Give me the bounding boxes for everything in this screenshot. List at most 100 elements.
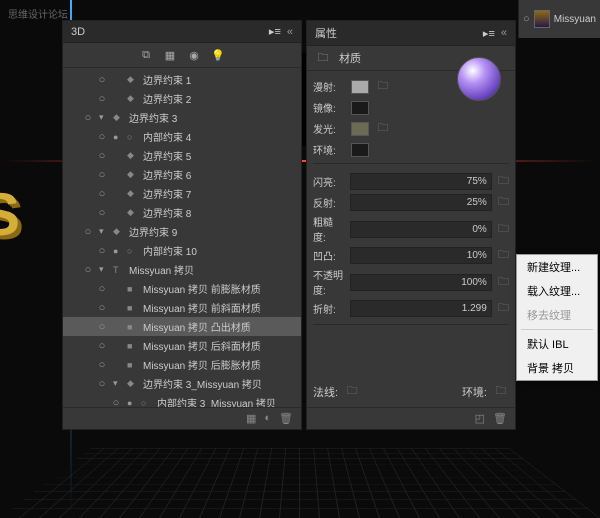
visibility-icon[interactable]: ○ [81, 112, 95, 124]
tree-row[interactable]: ○■Missyuan 拷贝 后斜面材质 [63, 336, 301, 355]
text-3d-object[interactable]: S [0, 180, 60, 300]
tree-row[interactable]: ○◆边界约束 7 [63, 184, 301, 203]
render-settings-icon[interactable]: ▦ [246, 412, 256, 425]
expand-icon[interactable]: ▾ [99, 112, 109, 123]
tree-row[interactable]: ○◆边界约束 5 [63, 146, 301, 165]
tree-row[interactable]: ○■Missyuan 拷贝 后膨胀材质 [63, 355, 301, 374]
context-menu[interactable]: 新建纹理...载入纹理...移去纹理默认 IBL背景 拷贝 [516, 254, 598, 381]
visibility-icon[interactable]: ○ [109, 397, 123, 408]
tree-row[interactable]: ○◆边界约束 2 [63, 89, 301, 108]
prop-value-input[interactable] [350, 274, 492, 291]
context-menu-item[interactable]: 背景 拷贝 [517, 356, 597, 380]
prop-value-input[interactable] [350, 194, 492, 211]
material-tab-icon[interactable]: 🗀 [315, 50, 331, 66]
visibility-icon[interactable]: ○ [95, 340, 109, 352]
prop-texture-icon[interactable]: 🗀 [498, 220, 509, 239]
panel-3d-toolbar: ⧉ ▦ ◉ 💡 [63, 43, 301, 68]
tree-item-type-icon: ◆ [127, 207, 139, 218]
glow-texture-icon[interactable]: 🗀 [375, 119, 391, 138]
diffuse-swatch[interactable] [351, 80, 369, 94]
glow-swatch[interactable] [351, 122, 369, 136]
expand-icon[interactable]: ▾ [113, 378, 123, 389]
filter-mesh-icon[interactable]: ▦ [162, 47, 178, 63]
tree-item-type-icon: ■ [127, 322, 139, 332]
visibility-icon[interactable]: ○ [95, 207, 109, 219]
layers-panel-snippet[interactable]: ○ Missyuan [518, 0, 600, 38]
normal-texture-icon[interactable]: 🗀 [344, 382, 360, 401]
prop-value-input[interactable] [350, 247, 492, 264]
visibility-icon[interactable]: ○ [95, 321, 109, 333]
tree-row[interactable]: ○▾◆边界约束 9 [63, 222, 301, 241]
delete-icon[interactable]: 🗑 [279, 412, 293, 425]
ambient-swatch[interactable] [351, 143, 369, 157]
filter-light-icon[interactable]: 💡 [210, 47, 226, 63]
context-menu-item[interactable]: 默认 IBL [517, 332, 597, 356]
panel-menu-icon[interactable]: ▸≡ [483, 27, 495, 40]
panel-3d-header[interactable]: 3D ▸≡ « [63, 21, 301, 43]
visibility-icon[interactable]: ○ [95, 188, 109, 200]
panel-collapse-icon[interactable]: « [501, 27, 507, 39]
tree-row[interactable]: ○◆边界约束 6 [63, 165, 301, 184]
layer-thumbnail[interactable] [534, 10, 550, 28]
prop-value-input[interactable] [350, 300, 492, 317]
panel-menu-icon[interactable]: ▸≡ [269, 25, 281, 38]
filter-material-icon[interactable]: ◉ [186, 47, 202, 63]
visibility-icon[interactable]: ○ [95, 169, 109, 181]
glow-row: 发光: 🗀 [313, 119, 509, 138]
scene-tree[interactable]: ○◆边界约束 1○◆边界约束 2○▾◆边界约束 3○●○内部约束 4○◆边界约束… [63, 68, 301, 407]
layer-name[interactable]: Missyuan [554, 14, 596, 25]
filter-scene-icon[interactable]: ⧉ [138, 47, 154, 63]
visibility-icon[interactable]: ○ [523, 13, 530, 25]
prop-texture-icon[interactable]: 🗀 [498, 299, 509, 318]
expand-icon[interactable]: ● [113, 246, 123, 256]
prop-texture-icon[interactable]: 🗀 [498, 193, 509, 212]
tree-row[interactable]: ○●○内部约束 10 [63, 241, 301, 260]
panel-props-header[interactable]: 属性 ▸≡ « [307, 21, 515, 46]
visibility-icon[interactable]: ○ [81, 264, 95, 276]
prop-value-input[interactable] [350, 173, 492, 190]
tree-item-type-icon: ■ [127, 284, 139, 294]
context-menu-item[interactable]: 载入纹理... [517, 279, 597, 303]
visibility-icon[interactable]: ○ [95, 131, 109, 143]
visibility-icon[interactable]: ○ [95, 93, 109, 105]
visibility-icon[interactable]: ○ [95, 359, 109, 371]
visibility-icon[interactable]: ○ [81, 226, 95, 238]
tree-row[interactable]: ○◆边界约束 8 [63, 203, 301, 222]
visibility-icon[interactable]: ○ [95, 283, 109, 295]
tree-row[interactable]: ○▾◆边界约束 3 [63, 108, 301, 127]
prop-texture-icon[interactable]: 🗀 [498, 273, 509, 292]
visibility-icon[interactable]: ○ [95, 74, 109, 86]
material-preview-sphere[interactable] [457, 57, 501, 101]
visibility-icon[interactable]: ○ [95, 245, 109, 257]
expand-icon[interactable]: ● [113, 132, 123, 142]
tree-item-type-icon: ◆ [127, 378, 139, 389]
expand-icon[interactable]: ▾ [99, 226, 109, 237]
material-tab-label[interactable]: 材质 [339, 50, 361, 66]
visibility-icon[interactable]: ○ [95, 150, 109, 162]
specular-swatch[interactable] [351, 101, 369, 115]
prop-label: 不透明度: [313, 267, 344, 297]
tree-row[interactable]: ○●○内部约束 4 [63, 127, 301, 146]
env-texture-icon[interactable]: 🗀 [493, 382, 509, 401]
delete-icon[interactable]: 🗑 [493, 412, 507, 425]
tree-row[interactable]: ○◆边界约束 1 [63, 70, 301, 89]
prop-texture-icon[interactable]: 🗀 [498, 246, 509, 265]
tree-row[interactable]: ○■Missyuan 拷贝 凸出材质 [63, 317, 301, 336]
context-menu-item[interactable]: 新建纹理... [517, 255, 597, 279]
expand-icon[interactable]: ● [127, 398, 137, 408]
prop-value-input[interactable] [350, 221, 492, 238]
diffuse-texture-icon[interactable]: 🗀 [375, 77, 391, 96]
render-icon[interactable]: ◰ [475, 412, 485, 425]
panel-collapse-icon[interactable]: « [287, 26, 293, 38]
visibility-icon[interactable]: ○ [95, 378, 109, 390]
tree-row[interactable]: ○■Missyuan 拷贝 前斜面材质 [63, 298, 301, 317]
panel-3d-title: 3D [71, 26, 263, 38]
tree-row[interactable]: ○●○内部约束 3_Missyuan 拷贝 [63, 393, 301, 407]
tree-row[interactable]: ○■Missyuan 拷贝 前膨胀材质 [63, 279, 301, 298]
expand-icon[interactable]: ▾ [99, 264, 109, 275]
prop-texture-icon[interactable]: 🗀 [498, 172, 509, 191]
tree-row[interactable]: ○▾TMissyuan 拷贝 [63, 260, 301, 279]
visibility-icon[interactable]: ○ [95, 302, 109, 314]
tree-row[interactable]: ○▾◆边界约束 3_Missyuan 拷贝 [63, 374, 301, 393]
new-light-icon[interactable]: ◐ [264, 412, 271, 425]
